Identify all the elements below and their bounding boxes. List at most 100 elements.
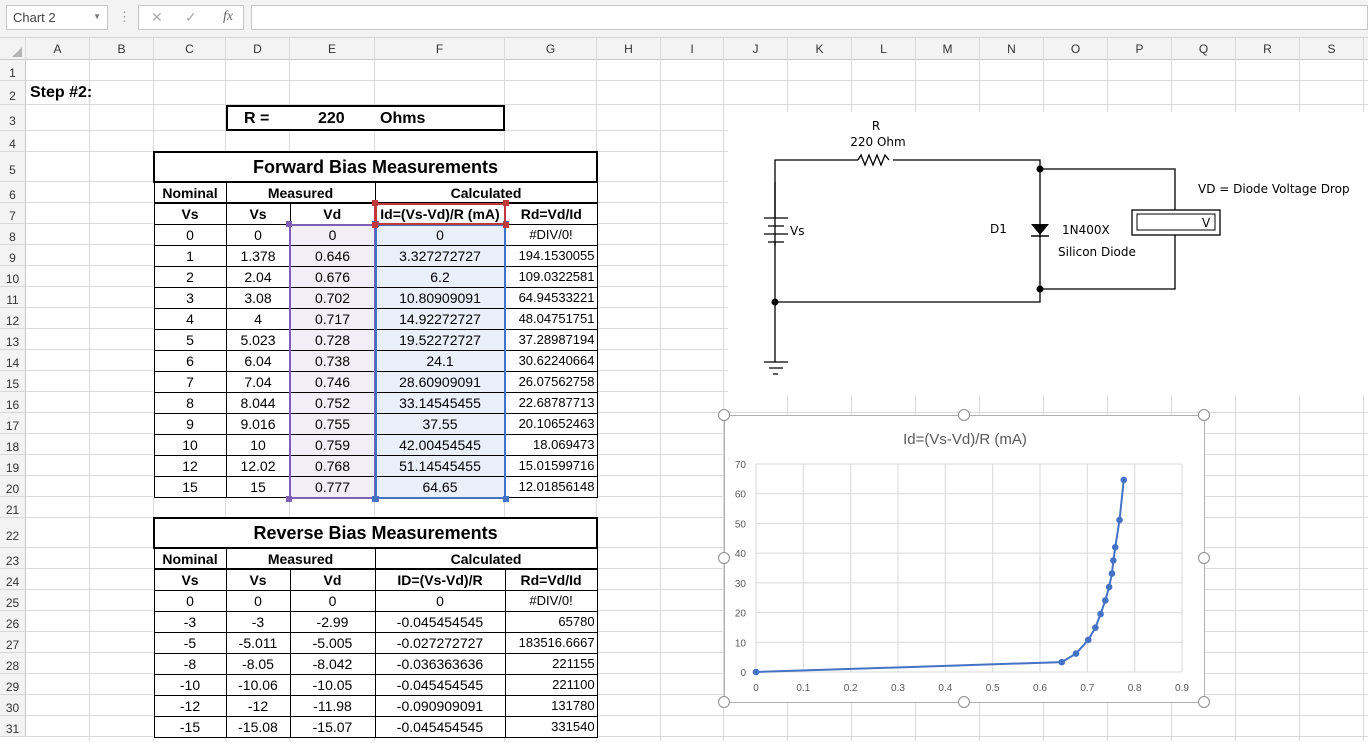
- table-cell[interactable]: 37.28987194: [504, 328, 598, 351]
- row-header-21[interactable]: 21: [0, 497, 26, 518]
- row-header-18[interactable]: 18: [0, 434, 26, 455]
- table-cell[interactable]: 30.62240664: [504, 349, 598, 372]
- table-cell[interactable]: 20.10652463: [504, 412, 598, 435]
- table-cell[interactable]: 0: [374, 223, 506, 246]
- column-heading[interactable]: Vs: [225, 568, 291, 591]
- row-header-17[interactable]: 17: [0, 413, 26, 434]
- table-cell[interactable]: 10: [153, 433, 227, 456]
- table-cell[interactable]: 6.04: [225, 349, 291, 372]
- column-header-J[interactable]: J: [724, 38, 788, 60]
- table-cell[interactable]: #DIV/0!: [504, 223, 598, 246]
- table-cell[interactable]: 26.07562758: [504, 370, 598, 393]
- table-cell[interactable]: 0: [289, 223, 376, 246]
- column-header-N[interactable]: N: [980, 38, 1044, 60]
- table-cell[interactable]: 0: [374, 589, 506, 612]
- table-cell[interactable]: 0.728: [289, 328, 376, 351]
- row-header-31[interactable]: 31: [0, 716, 26, 737]
- table-cell[interactable]: 131780: [504, 694, 598, 717]
- row-header-5[interactable]: 5: [0, 152, 26, 182]
- table-cell[interactable]: 0: [225, 589, 291, 612]
- table-cell[interactable]: 3.327272727: [374, 244, 506, 267]
- table-cell[interactable]: 6: [153, 349, 227, 372]
- column-header-I[interactable]: I: [661, 38, 724, 60]
- row-header-16[interactable]: 16: [0, 392, 26, 413]
- table-cell[interactable]: #DIV/0!: [504, 589, 598, 612]
- table-cell[interactable]: 331540: [504, 715, 598, 738]
- column-header-Q[interactable]: Q: [1172, 38, 1236, 60]
- row-header-6[interactable]: 6: [0, 182, 26, 203]
- table-cell[interactable]: 194.1530055: [504, 244, 598, 267]
- column-header-L[interactable]: L: [852, 38, 916, 60]
- column-heading[interactable]: ID=(Vs-Vd)/R: [374, 568, 506, 591]
- table-cell[interactable]: 0.717: [289, 307, 376, 330]
- table-cell[interactable]: 10.80909091: [374, 286, 506, 309]
- row-header-1[interactable]: 1: [0, 60, 26, 81]
- table-cell[interactable]: 51.14545455: [374, 454, 506, 477]
- column-heading[interactable]: Vs: [153, 568, 227, 591]
- chart-resize-handle[interactable]: [718, 409, 730, 421]
- table-cell[interactable]: 8.044: [225, 391, 291, 414]
- row-header-29[interactable]: 29: [0, 674, 26, 695]
- table-cell[interactable]: 7: [153, 370, 227, 393]
- table-cell[interactable]: 8: [153, 391, 227, 414]
- table-cell[interactable]: 15: [225, 475, 291, 498]
- table-cell[interactable]: 28.60909091: [374, 370, 506, 393]
- table-cell[interactable]: 37.55: [374, 412, 506, 435]
- table-cell[interactable]: 0.646: [289, 244, 376, 267]
- table-cell[interactable]: 0.768: [289, 454, 376, 477]
- formula-input[interactable]: [251, 5, 1368, 30]
- table-cell[interactable]: -0.036363636: [374, 652, 506, 675]
- row-header-24[interactable]: 24: [0, 569, 26, 590]
- row-header-2[interactable]: 2: [0, 81, 26, 105]
- row-header-20[interactable]: 20: [0, 476, 26, 497]
- table-cell[interactable]: -15: [153, 715, 227, 738]
- table-cell[interactable]: 65780: [504, 610, 598, 633]
- table-cell[interactable]: 24.1: [374, 349, 506, 372]
- range-handle[interactable]: [503, 200, 509, 206]
- table-cell[interactable]: 5.023: [225, 328, 291, 351]
- table-cell[interactable]: 19.52272727: [374, 328, 506, 351]
- table-cell[interactable]: 64.94533221: [504, 286, 598, 309]
- insert-function-icon[interactable]: fx: [223, 9, 233, 25]
- column-header-O[interactable]: O: [1044, 38, 1108, 60]
- row-header-12[interactable]: 12: [0, 308, 26, 329]
- table-cell[interactable]: 6.2: [374, 265, 506, 288]
- column-header-S[interactable]: S: [1300, 38, 1364, 60]
- table-cell[interactable]: 3.08: [225, 286, 291, 309]
- table-cell[interactable]: 0.702: [289, 286, 376, 309]
- column-header-D[interactable]: D: [226, 38, 290, 60]
- range-handle[interactable]: [372, 496, 378, 502]
- range-handle[interactable]: [503, 222, 509, 228]
- chart-resize-handle[interactable]: [718, 696, 730, 708]
- chart-resize-handle[interactable]: [718, 552, 730, 564]
- table-cell[interactable]: 0.755: [289, 412, 376, 435]
- column-header-R[interactable]: R: [1236, 38, 1300, 60]
- table-cell[interactable]: -5.011: [225, 631, 291, 654]
- table-cell[interactable]: -8.05: [225, 652, 291, 675]
- column-header-H[interactable]: H: [597, 38, 661, 60]
- column-header-E[interactable]: E: [290, 38, 375, 60]
- row-header-14[interactable]: 14: [0, 350, 26, 371]
- range-handle[interactable]: [372, 222, 378, 228]
- chart-resize-handle[interactable]: [1198, 409, 1210, 421]
- row-header-22[interactable]: 22: [0, 518, 26, 548]
- table-cell[interactable]: 1: [153, 244, 227, 267]
- row-header-30[interactable]: 30: [0, 695, 26, 716]
- table-cell[interactable]: -5: [153, 631, 227, 654]
- table-cell[interactable]: 22.68787713: [504, 391, 598, 414]
- table-cell[interactable]: 64.65: [374, 475, 506, 498]
- range-handle[interactable]: [286, 221, 292, 227]
- row-header-25[interactable]: 25: [0, 590, 26, 611]
- table-cell[interactable]: -8.042: [289, 652, 376, 675]
- table-cell[interactable]: -3: [225, 610, 291, 633]
- column-header-A[interactable]: A: [26, 38, 90, 60]
- table-cell[interactable]: 42.00454545: [374, 433, 506, 456]
- column-header-K[interactable]: K: [788, 38, 852, 60]
- table-cell[interactable]: -10: [153, 673, 227, 696]
- row-header-11[interactable]: 11: [0, 287, 26, 308]
- row-header-15[interactable]: 15: [0, 371, 26, 392]
- table-cell[interactable]: 1.378: [225, 244, 291, 267]
- table-cell[interactable]: 0.777: [289, 475, 376, 498]
- chart-resize-handle[interactable]: [958, 409, 970, 421]
- row-header-13[interactable]: 13: [0, 329, 26, 350]
